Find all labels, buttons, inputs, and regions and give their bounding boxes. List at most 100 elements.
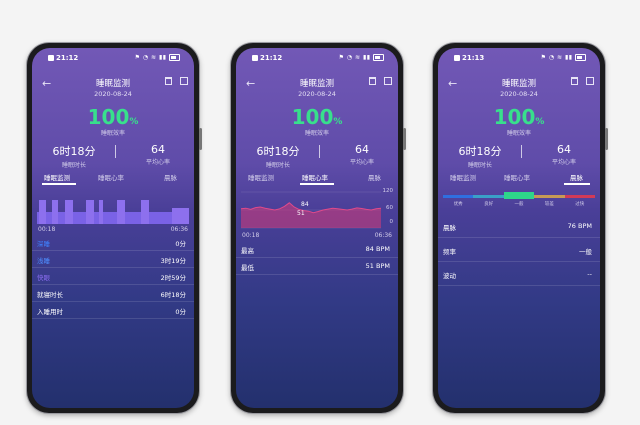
phone-screen: 21:12 ⚑ ◔ ≋ ▮▮ ← 睡眠监测 2020-08-24 100% 睡眠… (32, 48, 194, 408)
sleep-stats-list: 深睡 0分 浅睡 3时19分 快眼 2时59分 就寝时长 6时18分 入睡用时 0分 (32, 234, 194, 319)
phone-screen: 21:13 ⚑ ◔ ≋ ▮▮ ← 睡眠监测 2020-08-24 100% 睡眠… (438, 48, 600, 408)
tab-sleep-heart-rate[interactable]: 睡眠心率 (504, 172, 530, 182)
scale-label: 较差 (544, 202, 554, 207)
y-tick-label: 60 (386, 205, 393, 211)
avg-hr-value: 64 (151, 143, 165, 156)
tab-bar: 睡眠监测 睡眠心率 晨脉 (236, 172, 398, 185)
page-date: 2020-08-24 (298, 90, 336, 98)
list-item: 入睡用时 0分 (32, 302, 194, 319)
scale-label: 一般 (514, 202, 524, 207)
duration-stat: 6时18分 睡眠时长 (248, 143, 308, 169)
scale-segment (443, 195, 474, 198)
min-marker-label: 51 (297, 210, 305, 217)
heart-rate-chart (241, 191, 382, 229)
status-icons: ⚑ ◔ ≋ ▮▮ (135, 54, 180, 61)
status-bar: 21:12 ⚑ ◔ ≋ ▮▮ (48, 54, 180, 64)
status-time: 21:12 (260, 54, 283, 62)
tab-bar: 睡眠监测 睡眠心率 晨脉 (438, 172, 600, 185)
duration-label: 睡眠时长 (61, 162, 86, 169)
header: ← 睡眠监测 2020-08-24 (438, 74, 600, 104)
duration-label: 睡眠时长 (467, 162, 492, 169)
efficiency-value: 100% (493, 105, 545, 129)
battery-icon (575, 54, 586, 61)
chart-start-time: 00:18 (38, 226, 56, 233)
scale-segment (564, 195, 595, 198)
status-time: 21:13 (462, 54, 485, 62)
scale-label: 良好 (484, 202, 494, 207)
battery-icon (169, 54, 180, 61)
page-date: 2020-08-24 (500, 90, 538, 98)
efficiency-label: 睡眠效率 (304, 130, 329, 137)
rem-block (39, 200, 46, 224)
tab-indicator (564, 183, 590, 185)
rem-block (117, 200, 125, 224)
battery-icon (373, 54, 384, 61)
list-item: 最低 51 BPM (236, 258, 398, 275)
rem-block (172, 208, 189, 224)
scale-segment (503, 192, 535, 199)
duration-stat: 6时18分 睡眠时长 (44, 143, 104, 169)
phone-frame: 21:12 ⚑ ◔ ≋ ▮▮ ← 睡眠监测 2020-08-24 100% 睡眠… (231, 43, 406, 413)
phone-screen: 21:12 ⚑ ◔ ≋ ▮▮ ← 睡眠监测 2020-08-24 100% 睡眠… (236, 48, 398, 408)
share-icon[interactable] (384, 77, 392, 85)
power-button (605, 128, 608, 150)
y-tick-label: 0 (389, 219, 394, 225)
y-tick-label: 120 (382, 188, 394, 194)
rem-block (52, 200, 58, 224)
avg-hr-stat: 64 平均心率 (130, 143, 186, 166)
heart-rate-area (241, 202, 381, 228)
share-icon[interactable] (586, 77, 594, 85)
tab-sleep-monitor[interactable]: 睡眠监测 (450, 172, 476, 182)
duration-stat: 6时18分 睡眠时长 (450, 143, 510, 169)
power-button (403, 128, 406, 150)
scale-label: 优秀 (453, 202, 463, 207)
rem-block (86, 200, 94, 224)
tab-sleep-heart-rate[interactable]: 睡眠心率 (302, 172, 328, 182)
duration-label: 睡眠时长 (265, 162, 290, 169)
trash-icon[interactable] (369, 77, 376, 85)
tab-morning-pulse[interactable]: 晨脉 (570, 172, 583, 182)
tab-sleep-monitor[interactable]: 睡眠监测 (248, 172, 274, 182)
phone-frame: 21:13 ⚑ ◔ ≋ ▮▮ ← 睡眠监测 2020-08-24 100% 睡眠… (433, 43, 608, 413)
notification-icon (454, 55, 460, 61)
tab-morning-pulse[interactable]: 晨脉 (368, 172, 381, 182)
tab-sleep-heart-rate[interactable]: 睡眠心率 (98, 172, 124, 182)
list-item: 深睡 0分 (32, 234, 194, 251)
header: ← 睡眠监测 2020-08-24 (32, 74, 194, 104)
rem-block (141, 200, 149, 224)
list-item: 最高 84 BPM (236, 241, 398, 258)
efficiency-label: 睡眠效率 (506, 130, 531, 137)
list-item: 快眼 2时59分 (32, 268, 194, 285)
tab-morning-pulse[interactable]: 晨脉 (164, 172, 177, 182)
status-icons: ⚑ ◔ ≋ ▮▮ (541, 54, 586, 61)
rem-block (65, 200, 73, 224)
duration-value: 6时18分 (52, 145, 96, 158)
efficiency-value: 100% (87, 105, 139, 129)
status-time: 21:12 (56, 54, 79, 62)
avg-hr-stat: 64 平均心率 (334, 143, 390, 166)
notification-icon (252, 55, 258, 61)
efficiency-label: 睡眠效率 (100, 130, 125, 137)
trash-icon[interactable] (165, 77, 172, 85)
sleep-stage-chart (37, 200, 189, 224)
page-date: 2020-08-24 (94, 90, 132, 98)
notification-icon (48, 55, 54, 61)
header: ← 睡眠监测 2020-08-24 (236, 74, 398, 104)
max-marker-label: 84 (301, 201, 309, 208)
power-button (199, 128, 202, 150)
list-item: 波动 -- (438, 262, 600, 286)
avg-hr-label: 平均心率 (145, 159, 170, 166)
morning-pulse-list: 晨脉 76 BPM 频率 一般 波动 -- (438, 214, 600, 286)
chart-start-time: 00:18 (242, 232, 260, 239)
trash-icon[interactable] (571, 77, 578, 85)
scale-label: 过快 (575, 202, 585, 207)
avg-hr-label: 平均心率 (551, 159, 576, 166)
avg-hr-value: 64 (557, 143, 571, 156)
list-item: 就寝时长 6时18分 (32, 285, 194, 302)
list-item: 频率 一般 (438, 238, 600, 262)
stat-divider (319, 145, 320, 158)
share-icon[interactable] (180, 77, 188, 85)
scale-segment (534, 195, 565, 198)
tab-sleep-monitor[interactable]: 睡眠监测 (44, 172, 70, 182)
stat-divider (115, 145, 116, 158)
